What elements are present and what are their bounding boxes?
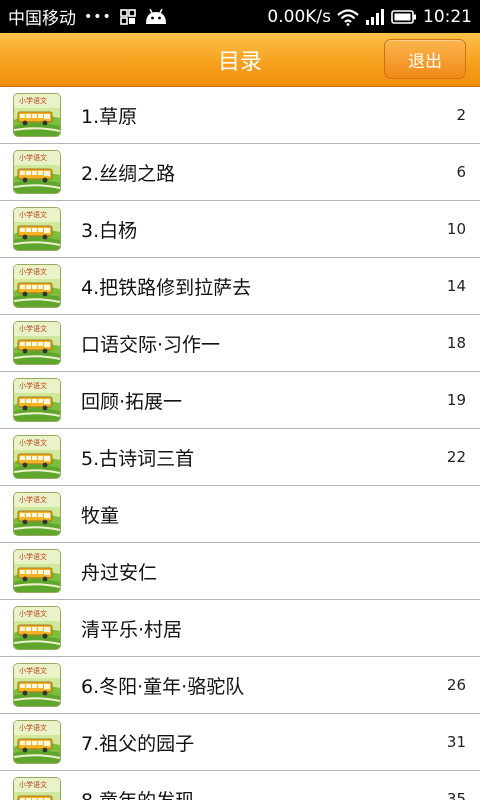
list-item-page-number: 31 — [446, 733, 466, 751]
list-item[interactable]: 小学语文 1.草原 2 — [0, 87, 480, 144]
network-speed: 0.00K/s — [267, 6, 331, 27]
list-item[interactable]: 小学语文 牧童 — [0, 486, 480, 543]
list-item[interactable]: 小学语文 清平乐·村居 — [0, 600, 480, 657]
book-cover-thumbnail: 小学语文 — [13, 549, 61, 593]
thumbnail-caption: 小学语文 — [19, 267, 47, 276]
thumbnail-caption: 小学语文 — [19, 495, 47, 504]
carrier-name: 中国移动 — [8, 9, 76, 29]
thumbnail-caption: 小学语文 — [19, 723, 47, 732]
thumbnail-caption: 小学语文 — [19, 381, 47, 390]
thumbnail-caption: 小学语文 — [19, 210, 47, 219]
status-bar: 中国移动 ••• 0.00K/s 10:21 — [0, 0, 480, 33]
app-header: 目录 退出 — [0, 33, 480, 87]
list-item-title: 6.冬阳·童年·骆驼队 — [81, 675, 245, 698]
thumbnail-caption: 小学语文 — [19, 153, 47, 162]
status-left: 中国移动 ••• — [8, 4, 168, 29]
list-item[interactable]: 小学语文 8.童年的发现 35 — [0, 771, 480, 800]
book-cover-thumbnail: 小学语文 — [13, 606, 61, 650]
list-item-title: 舟过安仁 — [81, 561, 158, 584]
list-item-page-number: 22 — [446, 448, 466, 466]
list-item-title: 4.把铁路修到拉萨去 — [81, 276, 252, 299]
list-item-title: 回顾·拓展一 — [81, 390, 183, 413]
list-item[interactable]: 小学语文 5.古诗词三首 22 — [0, 429, 480, 486]
book-cover-thumbnail: 小学语文 — [13, 492, 61, 536]
book-cover-thumbnail: 小学语文 — [13, 93, 61, 137]
thumbnail-caption: 小学语文 — [19, 96, 47, 105]
list-item-page-number: 35 — [446, 790, 466, 800]
thumbnail-caption: 小学语文 — [19, 324, 47, 333]
list-item-page-number: 14 — [446, 277, 466, 295]
book-cover-thumbnail: 小学语文 — [13, 207, 61, 251]
android-icon — [144, 8, 168, 26]
book-cover-thumbnail: 小学语文 — [13, 150, 61, 194]
book-cover-thumbnail: 小学语文 — [13, 321, 61, 365]
status-right: 0.00K/s 10:21 — [267, 7, 472, 27]
list-item[interactable]: 小学语文 舟过安仁 — [0, 543, 480, 600]
thumbnail-caption: 小学语文 — [19, 552, 47, 561]
list-item-title: 1.草原 — [81, 105, 138, 128]
book-cover-thumbnail: 小学语文 — [13, 435, 61, 479]
list-item[interactable]: 小学语文 4.把铁路修到拉萨去 14 — [0, 258, 480, 315]
list-item[interactable]: 小学语文 6.冬阳·童年·骆驼队 26 — [0, 657, 480, 714]
signal-icon — [365, 8, 385, 25]
list-item-page-number: 19 — [446, 391, 466, 409]
list-item[interactable]: 小学语文 3.白杨 10 — [0, 201, 480, 258]
battery-icon — [391, 9, 417, 25]
list-item-page-number: 6 — [456, 163, 466, 181]
list-item[interactable]: 小学语文 口语交际·习作一 18 — [0, 315, 480, 372]
book-cover-thumbnail: 小学语文 — [13, 720, 61, 764]
book-cover-thumbnail: 小学语文 — [13, 777, 61, 800]
list-item-title: 3.白杨 — [81, 219, 138, 242]
grid-icon — [119, 8, 136, 25]
toc-list: 小学语文 1.草原 2 小学语文 2.丝绸之路 6 小学语文 3.白杨 10 小… — [0, 87, 480, 800]
thumbnail-caption: 小学语文 — [19, 666, 47, 675]
thumbnail-caption: 小学语文 — [19, 609, 47, 618]
book-cover-thumbnail: 小学语文 — [13, 264, 61, 308]
list-item-title: 7.祖父的园子 — [81, 732, 195, 755]
notification-dots: ••• — [84, 8, 112, 25]
clock: 10:21 — [423, 6, 472, 27]
list-item-title: 8.童年的发现 — [81, 771, 194, 800]
thumbnail-caption: 小学语文 — [19, 438, 47, 447]
list-item-title: 5.古诗词三首 — [81, 447, 195, 470]
list-item-title: 口语交际·习作一 — [81, 333, 221, 356]
thumbnail-caption: 小学语文 — [19, 780, 47, 789]
book-cover-thumbnail: 小学语文 — [13, 663, 61, 707]
list-item[interactable]: 小学语文 2.丝绸之路 6 — [0, 144, 480, 201]
list-item-page-number: 18 — [446, 334, 466, 352]
list-item-title: 牧童 — [81, 504, 120, 527]
list-item[interactable]: 小学语文 7.祖父的园子 31 — [0, 714, 480, 771]
list-item-page-number: 2 — [456, 106, 466, 124]
list-item-page-number: 10 — [446, 220, 466, 238]
wifi-icon — [337, 8, 359, 26]
book-cover-thumbnail: 小学语文 — [13, 378, 61, 422]
list-item[interactable]: 小学语文 回顾·拓展一 19 — [0, 372, 480, 429]
exit-button[interactable]: 退出 — [384, 39, 466, 79]
list-item-page-number: 26 — [446, 676, 466, 694]
list-item-title: 2.丝绸之路 — [81, 162, 176, 185]
list-item-title: 清平乐·村居 — [81, 618, 183, 641]
